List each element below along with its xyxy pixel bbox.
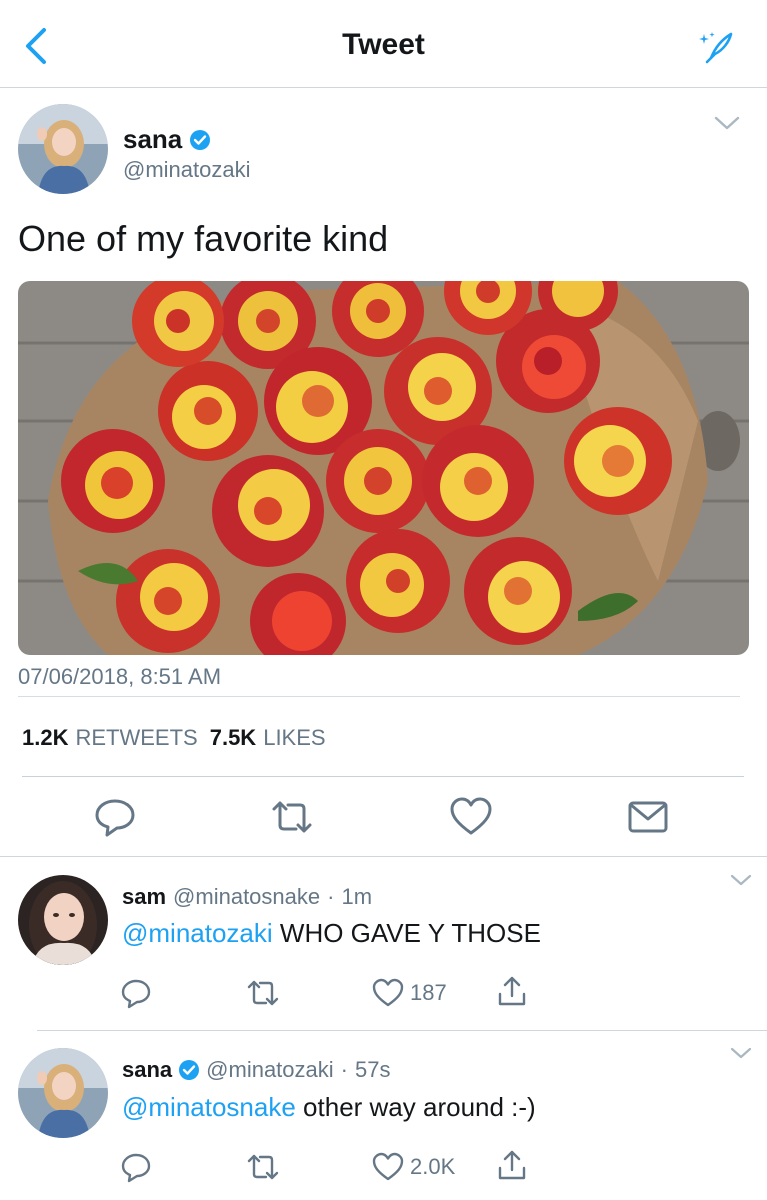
heart-icon[interactable] <box>449 795 493 839</box>
like-button[interactable]: 2.0K <box>372 1150 455 1184</box>
tweet-media[interactable] <box>18 281 749 655</box>
chevron-down-icon[interactable] <box>729 872 753 888</box>
author-name[interactable]: sana <box>123 124 182 155</box>
dot-separator: · <box>340 1057 348 1082</box>
reply-button[interactable] <box>120 976 152 1010</box>
likes-count: 7.5K <box>209 725 257 750</box>
tweet-timestamp: 07/06/2018, 8:51 AM <box>18 664 222 689</box>
share-button[interactable] <box>496 974 528 1008</box>
avatar[interactable] <box>18 875 108 965</box>
verified-badge-icon <box>190 129 211 150</box>
reply-icon <box>121 979 151 1009</box>
heart-icon <box>372 1152 404 1181</box>
reply-author-handle[interactable]: @minatozaki <box>206 1057 334 1083</box>
reply-time: 57s <box>354 1057 391 1082</box>
verified-badge-icon <box>179 1060 200 1080</box>
reply-text: @minatozaki WHO GAVE Y THOSE <box>122 918 541 949</box>
chevron-down-icon[interactable] <box>729 1045 753 1061</box>
avatar[interactable] <box>18 1048 108 1138</box>
avatar-photo <box>18 104 108 194</box>
share-button[interactable] <box>496 1148 528 1182</box>
divider <box>0 856 767 857</box>
retweets-count: 1.2K <box>22 725 69 750</box>
tweet-text: One of my favorite kind <box>18 218 389 259</box>
reply-icon <box>121 1153 151 1183</box>
reply-icon[interactable] <box>93 795 137 839</box>
retweets-label: RETWEETS <box>75 725 198 750</box>
likes-label: LIKES <box>263 725 326 750</box>
reply-time: 1m <box>341 884 373 909</box>
avatar[interactable] <box>18 104 108 194</box>
divider <box>22 776 744 777</box>
like-count: 2.0K <box>410 1154 456 1179</box>
reply-message: WHO GAVE Y THOSE <box>279 918 541 948</box>
reply-message: other way around :-) <box>303 1092 536 1122</box>
reply-author-name[interactable]: sana <box>122 1057 172 1083</box>
retweet-icon[interactable] <box>270 795 314 839</box>
chevron-down-icon[interactable] <box>713 114 741 132</box>
reply-header: sana @minatozaki · 57s <box>122 1057 390 1083</box>
avatar-photo <box>18 1048 108 1138</box>
retweets-stat[interactable]: 1.2K RETWEETS <box>22 725 198 751</box>
retweet-button[interactable] <box>246 976 280 1010</box>
reply-author-name[interactable]: sam <box>122 884 166 910</box>
mention-link[interactable]: @minatozaki <box>122 918 273 948</box>
navigation-bar: Tweet <box>0 0 767 88</box>
like-count: 187 <box>410 980 447 1005</box>
retweet-icon <box>247 1154 279 1180</box>
reply-author-handle[interactable]: @minatosnake <box>173 884 320 910</box>
like-button[interactable]: 187 <box>372 976 447 1010</box>
divider <box>18 696 740 697</box>
page-title: Tweet <box>342 28 425 61</box>
share-icon <box>498 976 526 1006</box>
feather-sparkle-icon[interactable] <box>697 28 737 64</box>
engagement-stats: 1.2K RETWEETS 7.5K LIKES <box>22 725 326 751</box>
reply-text: @minatosnake other way around :-) <box>122 1092 536 1123</box>
heart-icon <box>372 978 404 1007</box>
retweet-icon <box>247 980 279 1006</box>
share-icon <box>498 1150 526 1180</box>
avatar-photo <box>18 875 108 965</box>
author-row: sana <box>123 124 211 155</box>
retweet-button[interactable] <box>246 1150 280 1184</box>
dot-separator: · <box>327 884 335 909</box>
likes-stat[interactable]: 7.5K LIKES <box>210 725 326 751</box>
author-handle[interactable]: @minatozaki <box>123 157 251 183</box>
divider <box>37 1030 767 1031</box>
roses-photo <box>18 281 749 655</box>
reply-header: sam @minatosnake · 1m <box>122 884 372 910</box>
mail-icon[interactable] <box>626 795 670 839</box>
reply-button[interactable] <box>120 1150 152 1184</box>
mention-link[interactable]: @minatosnake <box>122 1092 296 1122</box>
